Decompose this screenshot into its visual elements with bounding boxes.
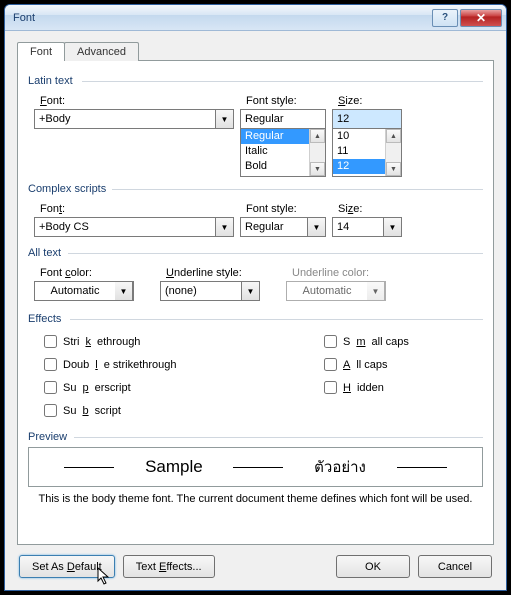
latin-style-listbox[interactable]: Regular Italic Bold ▲▼ — [240, 129, 326, 177]
chevron-down-icon: ▼ — [367, 281, 385, 301]
complex-style-input[interactable] — [240, 217, 308, 237]
underline-label: Underline style: — [166, 267, 260, 279]
font-dialog: Font ? ✕ Font Advanced Latin text Font: … — [4, 4, 507, 591]
complex-size-dropdown[interactable]: ▼ — [384, 217, 402, 237]
latin-size-label: Size: — [338, 95, 402, 107]
preview-underline — [64, 467, 114, 468]
underline-style-dropdown[interactable]: ▼ — [242, 281, 260, 301]
preview-underline — [233, 467, 283, 468]
checkbox-hidden[interactable]: Hidden — [324, 381, 483, 394]
latin-font-label: Font: — [40, 95, 234, 107]
ok-button[interactable]: OK — [336, 555, 410, 578]
checkbox-strikethrough[interactable]: Strikethrough — [44, 335, 318, 348]
fontcolor-label: Font color: — [40, 267, 134, 279]
preview-box: Sample ตัวอย่าง — [28, 447, 483, 487]
cancel-button[interactable]: Cancel — [418, 555, 492, 578]
section-alltext: All text — [28, 247, 483, 259]
preview-sample: Sample — [145, 457, 203, 477]
underline-color-label: Underline color: — [292, 267, 386, 279]
checkbox-allcaps[interactable]: All caps — [324, 358, 483, 371]
preview-hint: This is the body theme font. The current… — [28, 493, 483, 505]
complex-style-dropdown[interactable]: ▼ — [308, 217, 326, 237]
complex-size-label: Size: — [338, 203, 402, 215]
dialog-title: Font — [13, 12, 430, 24]
fontcolor-value: Automatic — [35, 285, 115, 297]
button-row: Set As Default Text Effects... OK Cancel — [17, 545, 494, 580]
help-button[interactable]: ? — [432, 9, 458, 27]
fontcolor-combo[interactable]: Automatic ▼ — [34, 281, 134, 301]
latin-size-input[interactable] — [332, 109, 402, 129]
preview-underline — [397, 467, 447, 468]
text-effects-button[interactable]: Text Effects... — [123, 555, 215, 578]
latin-style-input[interactable] — [240, 109, 326, 129]
latin-font-dropdown[interactable]: ▼ — [216, 109, 234, 129]
checkbox-smallcaps[interactable]: Small caps — [324, 335, 483, 348]
tab-pane-font: Latin text Font: ▼ Font style: Regular I… — [17, 60, 494, 545]
scrollbar[interactable]: ▲▼ — [309, 129, 325, 176]
latin-size-listbox[interactable]: 10 11 12 ▲▼ — [332, 129, 402, 177]
complex-size-input[interactable] — [332, 217, 384, 237]
underline-style-input[interactable] — [160, 281, 242, 301]
titlebar[interactable]: Font ? ✕ — [5, 5, 506, 31]
latin-style-label: Font style: — [246, 95, 326, 107]
latin-font-input[interactable] — [34, 109, 216, 129]
set-default-button[interactable]: Set As Default — [19, 555, 115, 578]
scrollbar[interactable]: ▲▼ — [385, 129, 401, 176]
section-effects: Effects — [28, 313, 483, 325]
underline-color-value: Automatic — [287, 285, 367, 297]
underline-color-combo: Automatic ▼ — [286, 281, 386, 301]
complex-font-label: Font: — [40, 203, 234, 215]
checkbox-superscript[interactable]: Superscript — [44, 381, 318, 394]
close-button[interactable]: ✕ — [460, 9, 502, 27]
complex-style-label: Font style: — [246, 203, 326, 215]
checkbox-subscript[interactable]: Subscript — [44, 404, 318, 417]
complex-font-dropdown[interactable]: ▼ — [216, 217, 234, 237]
tab-font[interactable]: Font — [17, 42, 65, 61]
complex-font-input[interactable] — [34, 217, 216, 237]
tab-strip: Font Advanced — [17, 42, 494, 61]
tab-advanced[interactable]: Advanced — [64, 42, 139, 61]
preview-sample-cs: ตัวอย่าง — [314, 455, 366, 479]
client-area: Font Advanced Latin text Font: ▼ Font st… — [5, 31, 506, 590]
section-complex: Complex scripts — [28, 183, 483, 195]
checkbox-double-strike[interactable]: Double strikethrough — [44, 358, 318, 371]
section-preview: Preview — [28, 431, 483, 443]
chevron-down-icon[interactable]: ▼ — [115, 281, 133, 301]
section-latin: Latin text — [28, 75, 483, 87]
